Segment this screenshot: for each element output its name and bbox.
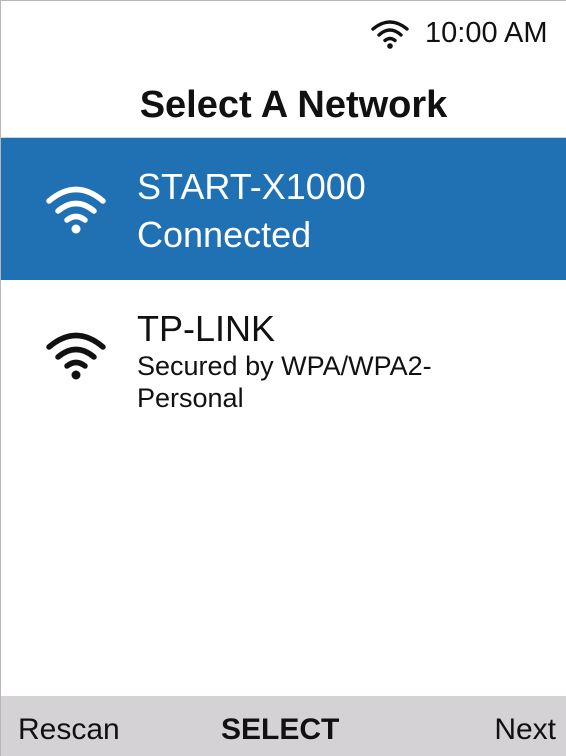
softkey-bar: Rescan SELECT Next xyxy=(1,696,566,756)
next-button[interactable]: Next xyxy=(494,712,556,748)
page-title: Select A Network xyxy=(139,84,448,126)
rescan-button[interactable]: Rescan xyxy=(18,712,120,748)
network-item-tp-link[interactable]: TP-LINK Secured by WPA/WPA2-Personal xyxy=(1,280,566,440)
status-bar: 10:00 AM xyxy=(1,1,566,63)
status-time: 10:00 AM xyxy=(425,17,548,49)
network-status: Connected xyxy=(137,214,312,255)
network-list: START-X1000 Connected TP-LINK Secured by… xyxy=(1,138,566,440)
network-selection-screen: 10:00 AM Select A Network START-X1000 Co… xyxy=(0,0,566,756)
network-item-start-x1000[interactable]: START-X1000 Connected xyxy=(1,138,566,280)
wifi-icon xyxy=(46,186,106,234)
network-security: Secured by WPA/WPA2-Personal xyxy=(137,351,432,413)
network-ssid: START-X1000 xyxy=(137,166,366,207)
wifi-icon xyxy=(46,332,106,380)
wifi-icon xyxy=(371,20,409,49)
network-ssid: TP-LINK xyxy=(137,308,276,349)
select-button[interactable]: SELECT xyxy=(221,712,339,748)
